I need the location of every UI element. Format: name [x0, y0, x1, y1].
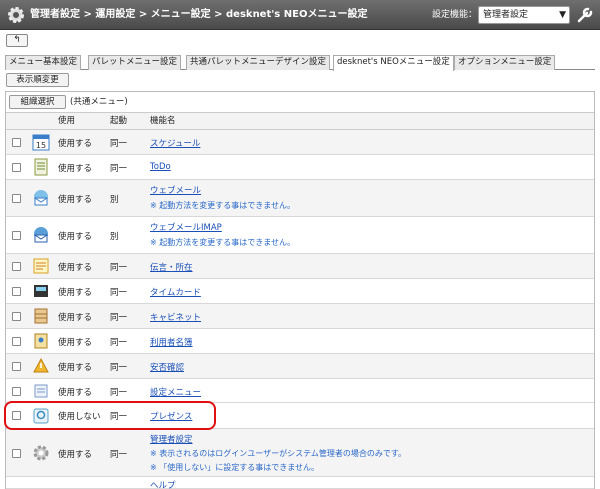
table-row: 使用する 同一 キャビネット: [6, 304, 594, 329]
function-link[interactable]: 安否確認: [150, 361, 184, 373]
tab-menu-basic[interactable]: メニュー基本設定: [5, 55, 82, 70]
webmail-imap-icon: [34, 227, 48, 243]
top-bar: 管理者設定 > 運用設定 > メニュー設定 > desknet's NEOメニュ…: [0, 0, 600, 30]
safety-icon: [33, 357, 49, 373]
table-row: 15 使用する 同一 スケジュール: [6, 130, 594, 155]
row-checkbox[interactable]: [12, 362, 21, 371]
use-value: 使用する: [58, 164, 93, 174]
launch-value: 同一: [110, 288, 128, 298]
use-value: 使用する: [58, 450, 93, 460]
calendar-icon: 15: [32, 134, 50, 151]
tab-neo-menu[interactable]: desknet's NEOメニュー設定: [333, 55, 454, 71]
function-link[interactable]: ウェブメール: [150, 184, 201, 196]
change-order-button[interactable]: 表示順変更: [6, 73, 69, 87]
row-checkbox[interactable]: [12, 163, 21, 172]
table-row: 使用する 同一 ToDo: [6, 155, 594, 180]
use-value: 使用する: [58, 388, 93, 398]
launch-value: 同一: [110, 313, 128, 323]
timecard-icon: [34, 285, 48, 297]
use-value: 使用する: [58, 288, 93, 298]
use-value: 使用する: [58, 363, 93, 373]
function-link[interactable]: 利用者名簿: [150, 336, 193, 348]
org-label: (共通メニュー): [70, 97, 128, 107]
launch-value: 別: [110, 232, 119, 242]
launch-value: 別: [110, 195, 119, 205]
tab-bar: メニュー基本設定 パレットメニュー設定 共通パレットメニューデザイン設定 des…: [5, 55, 595, 71]
setting-select-value: 管理者設定: [483, 10, 529, 20]
table-row: 使用する 同一 安否確認: [6, 354, 594, 379]
row-checkbox[interactable]: [12, 138, 21, 147]
function-link[interactable]: タイムカード: [150, 286, 201, 298]
table-row: 使用する 別 ウェブメールIMAP ※ 起動方法を変更する事はできません。: [6, 217, 594, 254]
use-value: 使用する: [58, 338, 93, 348]
settings-menu-icon: [34, 384, 48, 398]
table-header: 使用 起動 機能名: [6, 112, 594, 130]
row-checkbox[interactable]: [12, 312, 21, 321]
row-checkbox[interactable]: [12, 337, 21, 346]
header-name: 機能名: [150, 116, 176, 126]
use-value: 使用する: [58, 313, 93, 323]
row-note: ※ 「使用しない」に設定する事はできません。: [150, 463, 320, 472]
use-value: 使用する: [58, 139, 93, 149]
wrench-icon[interactable]: [575, 5, 595, 25]
row-checkbox[interactable]: [12, 231, 21, 240]
function-link[interactable]: 設定メニュー: [150, 386, 201, 398]
row-checkbox[interactable]: [12, 194, 21, 203]
highlight-annotation: [4, 401, 216, 430]
launch-value: 同一: [110, 139, 128, 149]
webmail-icon: [34, 190, 48, 206]
table-row: ヘルプ: [6, 477, 594, 489]
function-link[interactable]: ヘルプ: [150, 479, 176, 489]
table-row: 使用する 同一 管理者設定 ※ 表示されるのはログインユーザーがシステム管理者の…: [6, 429, 594, 477]
table-row: 使用する 同一 設定メニュー: [6, 379, 594, 403]
table-row: 使用する 同一 利用者名簿: [6, 329, 594, 354]
header-launch: 起動: [110, 116, 128, 126]
row-note: ※ 起動方法を変更する事はできません。: [150, 238, 296, 247]
function-link[interactable]: スケジュール: [150, 137, 200, 149]
launch-value: 同一: [110, 388, 128, 398]
setting-select[interactable]: 管理者設定 ▼: [478, 6, 570, 24]
function-link[interactable]: ToDo: [150, 162, 171, 172]
todo-icon: [34, 158, 48, 176]
svg-text:15: 15: [36, 141, 46, 150]
tab-option-menu[interactable]: オプションメニュー設定: [454, 55, 556, 70]
table-row: 使用する 別 ウェブメール ※ 起動方法を変更する事はできません。: [6, 180, 594, 217]
back-button[interactable]: ↰: [6, 34, 28, 47]
launch-value: 同一: [110, 363, 128, 373]
use-value: 使用する: [58, 263, 93, 273]
org-select-button[interactable]: 組織選択: [9, 95, 66, 109]
table-row: 使用する 同一 タイムカード: [6, 279, 594, 304]
cabinet-icon: [34, 308, 48, 324]
row-checkbox[interactable]: [12, 449, 21, 458]
launch-value: 同一: [110, 263, 128, 273]
header-use: 使用: [58, 116, 76, 126]
row-note: ※ 起動方法を変更する事はできません。: [150, 201, 296, 210]
breadcrumb: 管理者設定 > 運用設定 > メニュー設定 > desknet's NEOメニュ…: [30, 9, 368, 20]
gear-icon: [8, 7, 24, 23]
setting-label: 設定機能：: [432, 10, 478, 20]
use-value: 使用する: [58, 232, 93, 242]
launch-value: 同一: [110, 164, 128, 174]
message-icon: [33, 258, 49, 274]
table-row: 使用する 同一 伝言・所在: [6, 254, 594, 279]
row-checkbox[interactable]: [12, 287, 21, 296]
row-note: ※ 表示されるのはログインユーザーがシステム管理者の場合のみです。: [150, 449, 407, 458]
launch-value: 同一: [110, 450, 128, 460]
function-link[interactable]: キャビネット: [150, 311, 201, 323]
tab-common-palette-design[interactable]: 共通パレットメニューデザイン設定: [186, 55, 331, 70]
launch-value: 同一: [110, 338, 128, 348]
function-link[interactable]: 管理者設定: [150, 433, 193, 445]
use-value: 使用する: [58, 195, 93, 205]
tab-palette-menu[interactable]: パレットメニュー設定: [88, 55, 182, 70]
function-link[interactable]: 伝言・所在: [150, 261, 193, 273]
row-checkbox[interactable]: [12, 262, 21, 271]
admin-gear-icon: [33, 445, 49, 461]
directory-icon: [34, 333, 48, 349]
chevron-down-icon: ▼: [559, 10, 566, 20]
row-checkbox[interactable]: [12, 387, 21, 396]
function-link[interactable]: ウェブメールIMAP: [150, 221, 222, 233]
